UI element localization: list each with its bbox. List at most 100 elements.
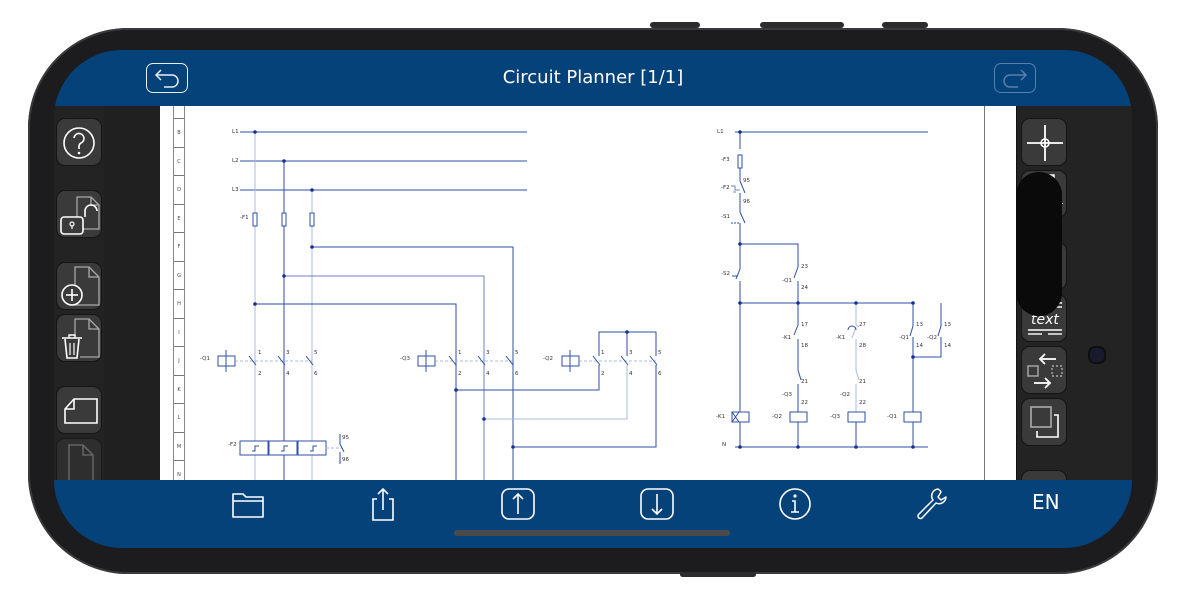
contact-label: -Q2 <box>840 392 850 398</box>
question-circle-icon <box>63 127 95 159</box>
top-bar: Circuit Planner [1/1] <box>54 50 1132 106</box>
terminal-label: 18 <box>801 343 808 349</box>
camera-cutout <box>1016 172 1062 316</box>
app-screen: Circuit Planner [1/1] B C D E F G H I J … <box>54 50 1132 548</box>
terminal-label: 13 <box>944 322 951 328</box>
move-swap-icon <box>1027 353 1063 389</box>
coil-label: -Q3 <box>830 414 841 420</box>
terminal-label: 2 <box>258 371 262 377</box>
delete-document-icon <box>62 318 100 359</box>
arrow-down-box-icon[interactable] <box>639 486 675 522</box>
redo-icon <box>1003 69 1028 88</box>
delete-page-button[interactable] <box>56 314 102 362</box>
home-indicator[interactable] <box>454 530 730 536</box>
terminal-label: 96 <box>743 199 750 205</box>
terminal-label: 1 <box>258 350 262 356</box>
schematic-sheet[interactable]: B C D E F G H I J K L M N L1 L2 L3 -F1 -… <box>160 106 1016 480</box>
move-button[interactable] <box>1021 346 1067 394</box>
terminal-label: 27 <box>859 322 866 328</box>
terminal-label: 1 <box>601 350 605 356</box>
terminal-label: 3 <box>486 350 490 356</box>
unlock-page-button[interactable] <box>56 190 102 238</box>
terminal-label: 6 <box>515 371 519 377</box>
terminal-label: 3 <box>629 350 633 356</box>
help-button[interactable] <box>56 118 102 166</box>
copy-icon <box>1030 406 1059 438</box>
terminal-label: 6 <box>314 371 318 377</box>
label-l1: L1 <box>232 129 239 135</box>
terminal-label: 3 <box>286 350 290 356</box>
terminal-label: 95 <box>342 435 349 441</box>
device-button <box>760 22 844 28</box>
device-button <box>650 22 700 28</box>
contact-label: -K1 <box>782 335 791 341</box>
info-icon[interactable] <box>777 486 813 522</box>
canvas-margin <box>104 106 160 480</box>
share-icon[interactable] <box>365 486 401 522</box>
coil-label: -Q2 <box>772 414 782 420</box>
terminal-label: 21 <box>859 379 866 385</box>
label-f2: -F2 <box>228 442 237 448</box>
left-toolbar <box>54 106 105 486</box>
device-button <box>680 572 756 577</box>
terminal-label: 2 <box>458 371 462 377</box>
page-landscape-button[interactable] <box>56 386 102 434</box>
copy-button[interactable] <box>1021 398 1067 446</box>
camera-lens <box>1088 346 1106 364</box>
language-button[interactable]: EN <box>1032 490 1060 514</box>
terminal-label: 96 <box>342 457 349 463</box>
folder-icon[interactable] <box>230 486 266 522</box>
terminal-label: 2 <box>601 371 605 377</box>
terminal-label: 28 <box>859 343 866 349</box>
redo-button[interactable] <box>994 63 1036 93</box>
terminal-label: 1 <box>458 350 462 356</box>
coil-label: -K1 <box>716 414 725 420</box>
circuit-diagram[interactable]: L1 L2 L3 -F1 -Q1 1 3 5 2 4 6 -Q3 1 3 5 2… <box>160 106 1016 480</box>
terminal-label: 24 <box>801 285 808 291</box>
terminal-label: 17 <box>801 322 808 328</box>
contact-label: -Q3 <box>782 392 793 398</box>
terminal-label: 5 <box>314 350 318 356</box>
label-q1-hold: -Q1 <box>782 278 792 284</box>
label-f3: -F3 <box>721 157 730 163</box>
add-page-button[interactable] <box>56 262 102 310</box>
wrench-icon[interactable] <box>914 486 950 522</box>
add-document-icon <box>61 266 100 306</box>
terminal-label: 6 <box>658 371 662 377</box>
label-n: N <box>722 442 726 448</box>
label-s1: -S1 <box>721 214 730 220</box>
terminal-label: 13 <box>916 322 923 328</box>
label-q2: -Q2 <box>543 356 553 362</box>
page-title: Circuit Planner [1/1] <box>502 67 684 88</box>
contact-label: -Q1 <box>899 335 909 341</box>
label-s2: -S2 <box>721 271 730 277</box>
terminal-label: 14 <box>944 343 951 349</box>
terminal-label: 95 <box>743 178 750 184</box>
terminal-label: 22 <box>859 400 866 406</box>
terminal-label: 22 <box>801 400 808 406</box>
canvas-margin <box>1072 106 1132 480</box>
label-q1: -Q1 <box>200 356 210 362</box>
arrow-up-box-icon[interactable] <box>500 486 536 522</box>
bottom-toolbar: EN <box>54 480 1132 548</box>
coil-label: -Q1 <box>887 414 897 420</box>
contact-label: -Q2 <box>927 335 937 341</box>
label-f2-contact: -F2 <box>721 185 730 191</box>
contact-label: -K1 <box>836 335 845 341</box>
terminal-label: 23 <box>801 264 808 270</box>
label-l3: L3 <box>232 187 239 193</box>
unlock-document-icon <box>60 196 100 235</box>
crosshair-button[interactable] <box>1021 118 1067 166</box>
crosshair-icon <box>1027 125 1063 161</box>
terminal-label: 4 <box>486 371 490 377</box>
device-button <box>882 22 928 28</box>
label-l2: L2 <box>232 158 239 164</box>
terminal-label: 5 <box>515 350 519 356</box>
terminal-label: 4 <box>629 371 633 377</box>
terminal-label: 5 <box>658 350 662 356</box>
terminal-label: 21 <box>801 379 808 385</box>
landscape-page-icon <box>64 398 98 424</box>
terminal-label: 4 <box>286 371 290 377</box>
terminal-label: 14 <box>916 343 923 349</box>
page-portrait-button[interactable] <box>56 438 102 486</box>
